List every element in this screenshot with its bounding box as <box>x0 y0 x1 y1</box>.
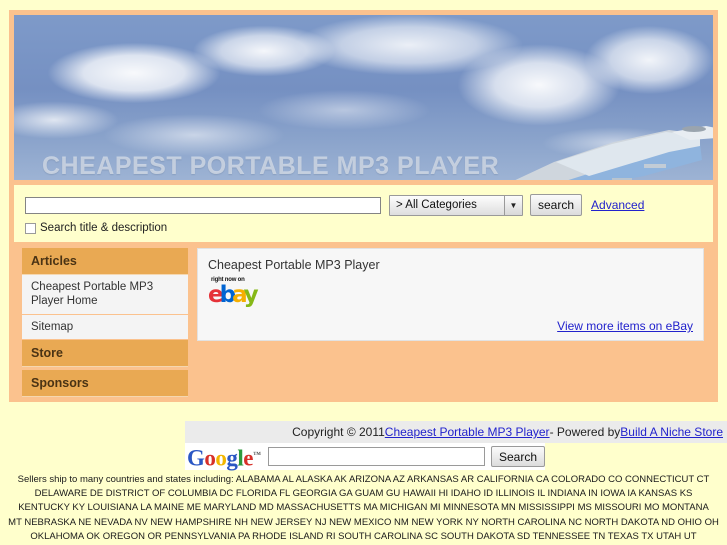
google-search-button[interactable]: Search <box>490 446 545 467</box>
states-line-3: KENTUCKY KY LOUISIANA LA MAINE ME MARYLA… <box>18 502 709 514</box>
sidebar: Articles Cheapest Portable MP3 Player Ho… <box>22 248 188 398</box>
header-banner: Cheapest Portable MP3 Player <box>14 15 713 180</box>
page-root: Cheapest Portable MP3 Player > All Categ… <box>0 0 727 545</box>
search-title-description-row[interactable]: Search title & description <box>25 222 702 234</box>
sidebar-heading-articles: Articles <box>22 248 188 275</box>
google-letter-1: G <box>187 445 205 471</box>
copyright-site-link[interactable]: Cheapest Portable MP3 Player <box>385 425 550 439</box>
chevron-down-icon[interactable]: ▼ <box>504 195 522 215</box>
states-line-5: OKLAHOMA OK OREGON OR PENNSYLVANIA PA RH… <box>30 530 697 542</box>
google-trademark: ™ <box>253 450 261 460</box>
google-search-input[interactable] <box>267 447 485 466</box>
google-letter-6: e <box>243 445 253 471</box>
states-shipping-text: Sellers ship to many countries and state… <box>0 473 727 545</box>
google-letter-3: o <box>215 445 227 471</box>
category-select-value: > All Categories <box>396 199 477 211</box>
sidebar-heading-store[interactable]: Store <box>22 340 188 368</box>
search-title-description-checkbox[interactable] <box>25 222 36 234</box>
sidebar-item-home[interactable]: Cheapest Portable MP3 Player Home <box>22 275 188 315</box>
advanced-search-link[interactable]: Advanced <box>591 198 644 212</box>
powered-by-link[interactable]: Build A Niche Store <box>620 425 723 439</box>
search-row: > All Categories ▼ search Advanced <box>25 194 702 216</box>
search-button[interactable]: search <box>530 194 583 216</box>
google-logo-icon: Google™ <box>187 443 261 470</box>
panel-title: Cheapest Portable MP3 Player <box>208 258 380 272</box>
states-line-1: Sellers ship to many countries and state… <box>17 474 710 485</box>
search-input[interactable] <box>25 196 381 214</box>
google-letter-4: g <box>226 445 238 471</box>
site-frame: Cheapest Portable MP3 Player > All Categ… <box>9 10 718 403</box>
category-select[interactable]: > All Categories ▼ <box>389 194 523 216</box>
search-title-description-label: Search title & description <box>40 222 168 234</box>
ebay-logo-icon: right now on ebay <box>208 277 274 309</box>
copyright-bar: Copyright © 2011 Cheapest Portable MP3 P… <box>185 421 727 443</box>
ebay-letters: ebay <box>208 284 259 307</box>
airplane-wing-image <box>515 126 713 180</box>
view-more-container: View more items on eBay <box>208 319 693 333</box>
sidebar-heading-sponsors[interactable]: Sponsors <box>22 370 188 398</box>
view-more-items-link[interactable]: View more items on eBay <box>557 319 693 333</box>
states-line-4: MT NEBRASKA NE NEVADA NV NEW HAMPSHIRE N… <box>8 516 719 528</box>
banner-title: Cheapest Portable MP3 Player <box>42 152 500 180</box>
google-letter-2: o <box>204 445 216 471</box>
search-bar: > All Categories ▼ search Advanced Searc… <box>14 185 713 242</box>
ebay-letter-y: y <box>243 282 259 308</box>
copyright-powered-text: - Powered by <box>549 425 621 439</box>
copyright-prefix: Copyright © 2011 <box>292 425 385 439</box>
content-area: Articles Cheapest Portable MP3 Player Ho… <box>14 242 713 398</box>
google-search-bar: Google™ Search <box>185 443 545 470</box>
sidebar-item-sitemap[interactable]: Sitemap <box>22 314 188 341</box>
states-line-2: DELAWARE DE DISTRICT OF COLUMBIA DC FLOR… <box>34 488 693 500</box>
main-panel: Cheapest Portable MP3 Player right now o… <box>197 248 704 341</box>
